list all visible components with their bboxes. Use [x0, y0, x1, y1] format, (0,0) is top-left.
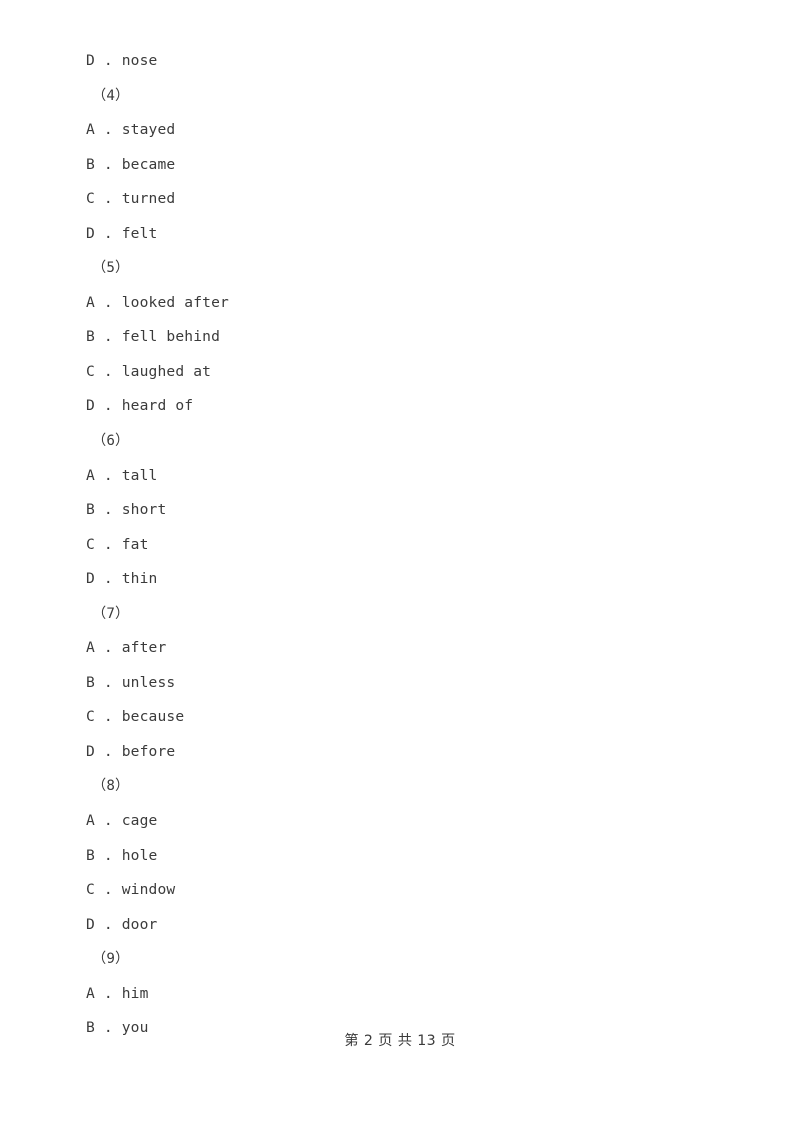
answer-option: A . cage: [86, 812, 158, 830]
answer-option: B . short: [86, 501, 167, 519]
question-number: （9）: [92, 951, 130, 968]
answer-option: D . felt: [86, 224, 158, 242]
answer-option: C . laughed at: [86, 362, 212, 380]
answer-option: D . thin: [86, 570, 158, 588]
page-number-footer: 第 2 页 共 13 页: [344, 1033, 456, 1049]
answer-option: D . before: [86, 742, 176, 760]
answer-option: C . because: [86, 708, 185, 726]
page-footer: 第 2 页 共 13 页: [0, 1030, 800, 1050]
answer-option: A . looked after: [86, 293, 229, 311]
answer-option: D . heard of: [86, 397, 194, 415]
answer-option: A . after: [86, 639, 167, 657]
answer-option: B . became: [86, 155, 176, 173]
question-number: （7）: [92, 605, 130, 622]
question-number: （8）: [92, 778, 130, 795]
answer-option: A . him: [86, 984, 149, 1002]
question-number: （5）: [92, 260, 130, 277]
answer-option: D . door: [86, 915, 158, 933]
document-page: D . nose （4） A . stayed B . became C . turne…: [0, 0, 800, 1132]
answer-option: D . nose: [86, 52, 158, 69]
answer-option: A . tall: [86, 466, 158, 484]
answer-option: B . hole: [86, 846, 158, 864]
answer-option: C . window: [86, 881, 176, 899]
answer-option: C . turned: [86, 190, 176, 208]
question-number: （6）: [92, 433, 130, 450]
answer-option: A . stayed: [86, 121, 176, 139]
question-number: （4）: [92, 87, 130, 104]
answer-option: B . unless: [86, 673, 176, 691]
question-options-list: D . nose （4） A . stayed B . became C . turne…: [86, 44, 746, 1046]
answer-option: C . fat: [86, 535, 149, 553]
answer-option: B . fell behind: [86, 328, 221, 346]
